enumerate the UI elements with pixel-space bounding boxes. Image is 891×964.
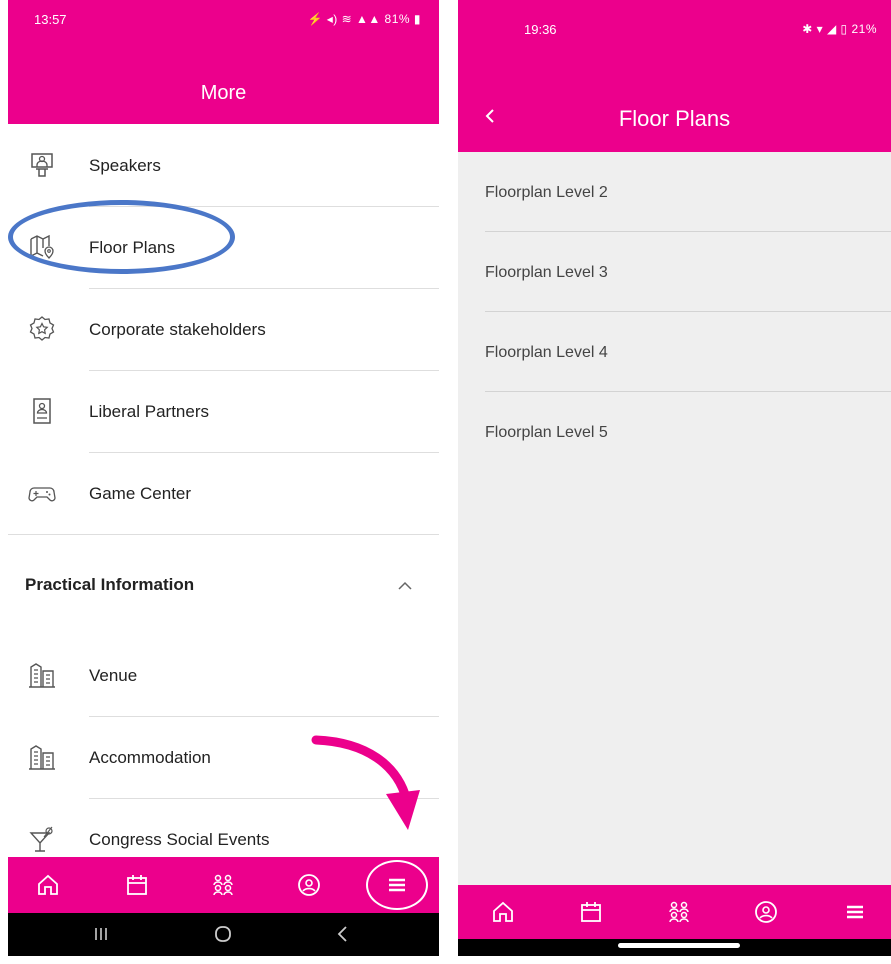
speaker-podium-icon	[31, 153, 53, 177]
list-item-floorplan-level-5[interactable]: Floorplan Level 5	[458, 392, 891, 472]
section-header-practical-information[interactable]: Practical Information	[25, 575, 194, 595]
menu-item-label: Congress Social Events	[89, 830, 270, 849]
status-bar: 13:57 ⚡ ◂) ≋ ▲▲ 81% ▮	[8, 0, 439, 42]
system-navigation-bar	[8, 913, 439, 956]
list-item-floorplan-level-3[interactable]: Floorplan Level 3	[458, 232, 891, 312]
chevron-up-icon[interactable]	[396, 580, 414, 592]
profile-icon[interactable]	[754, 900, 778, 924]
menu-item-label: Game Center	[89, 484, 192, 503]
star-badge-icon	[29, 316, 55, 341]
menu-item-label: Speakers	[89, 156, 161, 175]
menu-item-label: Venue	[89, 666, 138, 685]
buildings-icon	[29, 663, 55, 688]
right-phone-screen: 19:36 ✱ ▾ ◢ ▯ 21% Floor Plans Floorplan …	[458, 0, 891, 956]
highlight-circle-annotation	[8, 200, 235, 274]
status-icons: ⚡ ◂) ≋ ▲▲ 81% ▮	[307, 12, 421, 26]
arrow-annotation	[311, 735, 420, 830]
system-navigation-bar	[458, 939, 891, 956]
people-icon[interactable]	[667, 900, 691, 924]
left-phone-screen: 13:57 ⚡ ◂) ≋ ▲▲ 81% ▮ More Speakers Floo…	[8, 0, 439, 956]
list-item-label: Floorplan Level 3	[485, 264, 608, 281]
calendar-icon[interactable]	[579, 900, 603, 924]
menu-item-label: Liberal Partners	[89, 402, 210, 421]
status-time: 13:57	[34, 12, 67, 27]
home-gesture-bar[interactable]	[618, 943, 740, 948]
list-item-label: Floorplan Level 4	[485, 344, 608, 361]
recents-icon[interactable]	[93, 926, 109, 942]
bottom-navigation	[8, 857, 439, 913]
app-bar: More	[8, 42, 439, 124]
menu-item-label: Accommodation	[89, 748, 211, 767]
list-item-floorplan-level-2[interactable]: Floorplan Level 2	[458, 152, 891, 232]
menu-item-liberal-partners[interactable]: Liberal Partners	[8, 370, 439, 452]
buildings-icon	[29, 745, 55, 770]
profile-icon[interactable]	[297, 873, 321, 897]
list-item-label: Floorplan Level 5	[485, 424, 608, 441]
people-icon[interactable]	[211, 873, 235, 897]
home-circle-icon[interactable]	[214, 925, 232, 943]
page-title: Floor Plans	[618, 106, 731, 131]
menu-icon[interactable]	[843, 900, 867, 924]
list-item-floorplan-level-4[interactable]: Floorplan Level 4	[458, 312, 891, 392]
menu-item-label: Corporate stakeholders	[89, 320, 266, 339]
status-time: 19:36	[524, 22, 557, 37]
menu-item-game-center[interactable]: Game Center	[8, 452, 439, 534]
id-card-icon	[33, 398, 51, 424]
gamepad-icon	[28, 487, 56, 502]
status-bar: 19:36 ✱ ▾ ◢ ▯ 21%	[458, 0, 891, 82]
cocktail-icon	[29, 826, 53, 852]
status-icons: ✱ ▾ ◢ ▯ 21%	[802, 22, 877, 36]
section-divider	[8, 534, 439, 535]
menu-item-venue[interactable]: Venue	[8, 634, 439, 716]
home-icon[interactable]	[36, 873, 60, 897]
calendar-icon[interactable]	[125, 873, 149, 897]
home-icon[interactable]	[491, 900, 515, 924]
bottom-navigation	[458, 885, 891, 939]
menu-item-corporate-stakeholders[interactable]: Corporate stakeholders	[8, 288, 439, 370]
menu-item-speakers[interactable]: Speakers	[8, 124, 439, 206]
page-title: More	[200, 82, 247, 104]
menu-icon[interactable]	[385, 873, 409, 897]
back-icon[interactable]	[335, 925, 351, 943]
app-bar: Floor Plans	[458, 82, 891, 152]
list-item-label: Floorplan Level 2	[485, 184, 608, 201]
